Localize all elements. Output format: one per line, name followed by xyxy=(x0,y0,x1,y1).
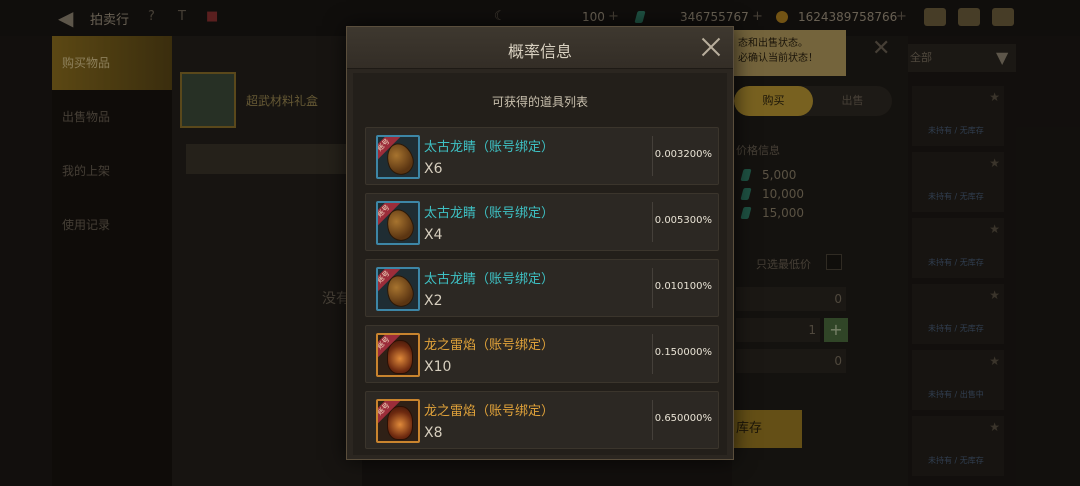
divider xyxy=(652,202,653,242)
divider xyxy=(652,400,653,440)
list-item[interactable]: 账号 龙之雷焰（账号绑定） X10 0.150000% xyxy=(365,325,719,383)
dialog-header: 概率信息 xyxy=(347,27,733,69)
dragon-eye-icon: 账号 xyxy=(376,135,420,179)
divider xyxy=(652,136,653,176)
dialog-title: 概率信息 xyxy=(507,42,572,61)
probability-dialog: 概率信息 可获得的道具列表 账号 太古龙睛（账号绑定） X6 0.003200%… xyxy=(346,26,734,460)
item-name: 太古龙睛（账号绑定） xyxy=(424,140,555,155)
item-name: 龙之雷焰（账号绑定） xyxy=(424,404,555,419)
item-probability: 0.650000% xyxy=(654,413,712,424)
item-quantity: X10 xyxy=(424,359,452,375)
list-item[interactable]: 账号 太古龙睛（账号绑定） X6 0.003200% xyxy=(365,127,719,185)
item-name: 龙之雷焰（账号绑定） xyxy=(424,338,555,353)
dragon-flame-icon: 账号 xyxy=(376,399,420,443)
item-probability: 0.010100% xyxy=(654,281,712,292)
list-item[interactable]: 账号 太古龙睛（账号绑定） X2 0.010100% xyxy=(365,259,719,317)
item-quantity: X4 xyxy=(424,227,443,243)
item-probability: 0.005300% xyxy=(654,215,712,226)
dragon-eye-icon: 账号 xyxy=(376,201,420,245)
item-name: 太古龙睛（账号绑定） xyxy=(424,206,555,221)
item-name: 太古龙睛（账号绑定） xyxy=(424,272,555,287)
close-icon[interactable] xyxy=(697,33,725,61)
item-quantity: X6 xyxy=(424,161,443,177)
dragon-eye-icon: 账号 xyxy=(376,267,420,311)
item-probability: 0.150000% xyxy=(654,347,712,358)
divider xyxy=(652,334,653,374)
divider xyxy=(652,268,653,308)
item-quantity: X2 xyxy=(424,293,443,309)
list-item[interactable]: 账号 太古龙睛（账号绑定） X4 0.005300% xyxy=(365,193,719,251)
item-quantity: X8 xyxy=(424,425,443,441)
dialog-body: 可获得的道具列表 账号 太古龙睛（账号绑定） X6 0.003200% 账号 太… xyxy=(353,73,727,455)
list-item[interactable]: 账号 龙之雷焰（账号绑定） X8 0.650000% xyxy=(365,391,719,449)
dragon-flame-icon: 账号 xyxy=(376,333,420,377)
item-probability: 0.003200% xyxy=(654,149,712,160)
obtainable-items-heading: 可获得的道具列表 xyxy=(491,95,588,109)
